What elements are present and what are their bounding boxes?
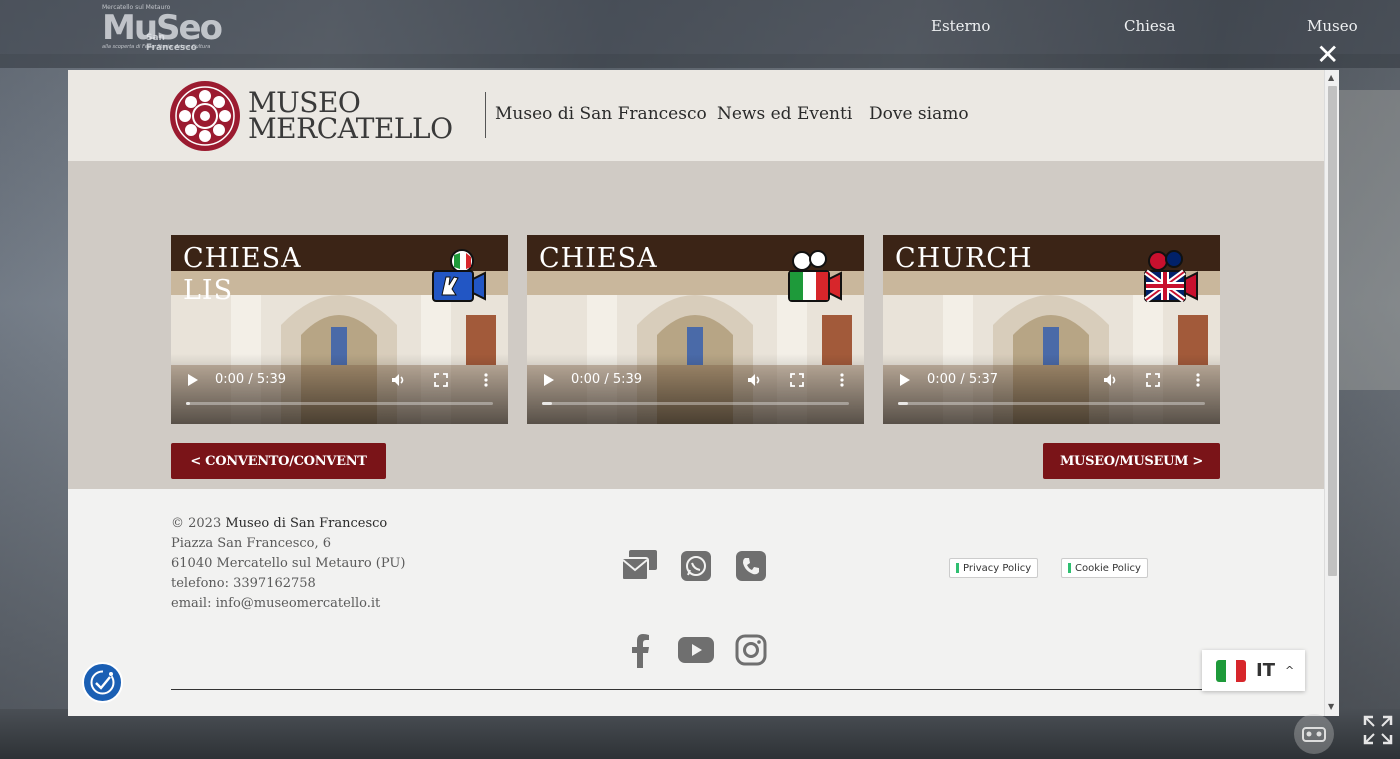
- accessibility-icon: [90, 670, 115, 695]
- footer-street: Piazza San Francesco, 6: [171, 536, 332, 551]
- footer-brand-link[interactable]: Museo di San Francesco: [225, 516, 387, 531]
- ceiling-beam: [0, 54, 1400, 68]
- video-title: CHIESA: [539, 243, 658, 275]
- site-logo-line2: MERCATELLO: [248, 112, 453, 145]
- video-player-chiesa-lis[interactable]: CHIESA LIS 0:00 / 5:39: [171, 235, 508, 424]
- tour-top-bar: Mercatello sul Metauro MuSeo San Frances…: [0, 0, 1400, 54]
- more-options-icon[interactable]: [1190, 372, 1206, 388]
- footer-address: © 2023 Museo di San Francesco Piazza San…: [171, 514, 405, 614]
- video-time: 0:00 / 5:37: [927, 372, 999, 387]
- footer-divider: [171, 689, 1251, 690]
- language-switcher[interactable]: IT ^: [1202, 650, 1305, 691]
- video-camera-italy-icon: [788, 250, 842, 302]
- facebook-icon[interactable]: [626, 634, 654, 668]
- youtube-icon[interactable]: [678, 637, 714, 663]
- nav-museo-san-francesco[interactable]: Museo di San Francesco: [495, 104, 707, 124]
- video-progress-bar[interactable]: [898, 402, 1205, 405]
- fullscreen-icon[interactable]: [1145, 372, 1161, 388]
- more-options-icon[interactable]: [834, 372, 850, 388]
- header-divider: [485, 92, 486, 138]
- video-title-line1: CHIESA: [183, 243, 302, 274]
- video-title-line1: CHURCH: [895, 243, 1033, 274]
- video-controls-overlay: [883, 354, 1220, 424]
- more-options-icon[interactable]: [478, 372, 494, 388]
- volume-icon[interactable]: [1102, 372, 1118, 388]
- whatsapp-icon[interactable]: [680, 550, 712, 582]
- footer-copyright-line: © 2023 Museo di San Francesco: [171, 514, 405, 534]
- tour-logo-tagline: alla scoperta di Fede, Storia, Arte e Cu…: [102, 44, 211, 50]
- privacy-policy-icon: [956, 563, 959, 573]
- volume-icon[interactable]: [746, 372, 762, 388]
- cookie-policy-label: Cookie Policy: [1075, 562, 1141, 574]
- vr-headset-button[interactable]: [1294, 714, 1334, 754]
- tour-nav-chiesa[interactable]: Chiesa: [1124, 17, 1175, 35]
- video-time: 0:00 / 5:39: [215, 372, 287, 387]
- modal-scrollbar[interactable]: ▲ ▼: [1324, 70, 1339, 716]
- play-icon[interactable]: [899, 373, 911, 387]
- wall-panel: [1339, 90, 1400, 390]
- tour-nav-esterno[interactable]: Esterno: [931, 17, 990, 35]
- floor: [0, 709, 1400, 759]
- language-code: IT: [1256, 660, 1275, 681]
- fullscreen-icon[interactable]: [789, 372, 805, 388]
- video-progress-fill: [542, 402, 552, 405]
- video-title-line1: CHIESA: [539, 243, 658, 274]
- scroll-down-arrow-icon[interactable]: ▼: [1328, 702, 1334, 711]
- site-header: MUSEO MERCATELLO Museo di San Francesco …: [68, 70, 1324, 161]
- close-icon[interactable]: ✕: [1316, 41, 1342, 69]
- video-controls-overlay: [527, 354, 864, 424]
- video-camera-uk-icon: [1144, 250, 1198, 303]
- italy-flag-icon: [1216, 659, 1246, 682]
- chevron-up-icon: ^: [1284, 664, 1295, 677]
- cookie-policy-icon: [1068, 563, 1071, 573]
- fullscreen-icon[interactable]: [433, 372, 449, 388]
- play-icon[interactable]: [543, 373, 555, 387]
- rose-window-icon: [170, 81, 240, 151]
- video-title: CHIESA LIS: [183, 243, 302, 307]
- privacy-policy-label: Privacy Policy: [963, 562, 1032, 574]
- video-controls-overlay: [171, 354, 508, 424]
- video-player-chiesa[interactable]: CHIESA 0:00 / 5:39: [527, 235, 864, 424]
- tour-nav-museo[interactable]: Museo: [1307, 17, 1358, 35]
- nav-dove-siamo[interactable]: Dove siamo: [869, 104, 969, 124]
- cookie-policy-button[interactable]: Cookie Policy: [1061, 558, 1148, 578]
- accessibility-button[interactable]: [82, 662, 123, 703]
- mail-envelopes-icon[interactable]: [621, 548, 659, 582]
- sign-language-camera-icon: [432, 249, 486, 302]
- tour-logo-sub: San Francesco: [146, 33, 197, 53]
- next-museo-button[interactable]: MUSEO/MUSEUM >: [1043, 443, 1220, 479]
- privacy-policy-button[interactable]: Privacy Policy: [949, 558, 1039, 578]
- modal-window: MUSEO MERCATELLO Museo di San Francesco …: [68, 70, 1339, 716]
- volume-icon[interactable]: [390, 372, 406, 388]
- prev-convento-button[interactable]: < CONVENTO/CONVENT: [171, 443, 386, 479]
- instagram-icon[interactable]: [735, 634, 767, 666]
- phone-icon[interactable]: [735, 550, 767, 582]
- scroll-thumb[interactable]: [1328, 86, 1337, 576]
- vr-headset-icon: [1302, 727, 1326, 742]
- tour-logo[interactable]: Mercatello sul Metauro MuSeo San Frances…: [100, 4, 223, 53]
- video-title: CHURCH: [895, 243, 1033, 275]
- nav-news-eventi[interactable]: News ed Eventi: [717, 104, 852, 124]
- video-player-church[interactable]: CHURCH 0:00 / 5:37: [883, 235, 1220, 424]
- site-logo[interactable]: MUSEO MERCATELLO: [168, 79, 453, 153]
- tour-fullscreen-icon[interactable]: [1362, 714, 1394, 746]
- video-progress-bar[interactable]: [542, 402, 849, 405]
- video-progress-fill: [898, 402, 908, 405]
- scroll-up-arrow-icon[interactable]: ▲: [1328, 73, 1334, 82]
- video-progress-fill: [186, 402, 190, 405]
- copyright: © 2023: [171, 516, 222, 531]
- video-title-line2: LIS: [183, 275, 234, 306]
- video-progress-bar[interactable]: [186, 402, 493, 405]
- play-icon[interactable]: [187, 373, 199, 387]
- footer-phone: telefono: 3397162758: [171, 576, 316, 591]
- video-time: 0:00 / 5:39: [571, 372, 643, 387]
- footer-email: email: info@museomercatello.it: [171, 596, 381, 611]
- footer-city: 61040 Mercatello sul Metauro (PU): [171, 556, 406, 571]
